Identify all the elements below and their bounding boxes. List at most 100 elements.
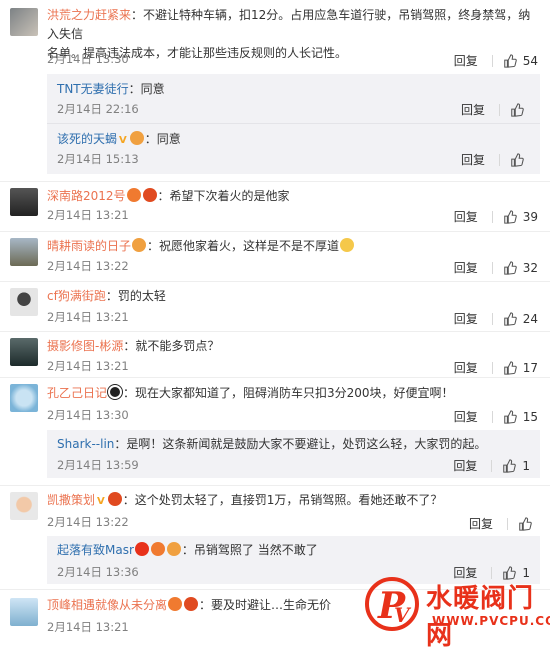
reply-item: 该死的天蝎 V ：同意 2月14日 15:13 回复 [47,124,540,174]
comment-username[interactable]: cf狗满街跑 [47,289,106,303]
comment-text: ：罚的太轻 [105,289,166,303]
comment-username[interactable]: 顶峰相遇就像从未分离 [47,598,167,612]
reply-button[interactable]: 回复 [461,151,485,168]
comment-text: ：要及时避让…生命无价 [199,598,332,612]
reply-item: TNT无妻徒行：同意 2月14日 22:16 回复 [47,74,540,124]
avatar[interactable] [10,288,38,316]
medal-icon [184,597,199,611]
avatar[interactable] [10,598,38,626]
comment-username[interactable]: 凯撒策划 [47,493,95,507]
reply-button[interactable]: 回复 [454,259,478,276]
face-emoji-icon [340,238,355,252]
svg-text:V: V [394,603,412,627]
vip-icon [168,597,183,611]
like-icon[interactable] [503,360,517,375]
like-count: 32 [522,260,538,275]
divider [491,410,493,423]
reply-button[interactable]: 回复 [454,359,478,376]
watermark-logo: P V 水暖阀门网 WWW.PVCPU.COM [364,576,550,651]
reply-username[interactable]: 起落有致Masr [57,543,134,557]
avatar[interactable] [10,188,38,216]
vip-icon [150,542,165,556]
comment-time: 2月14日 13:22 [47,515,129,529]
divider [499,103,500,116]
reply-text: ：同意 [144,132,181,146]
like-count: 17 [522,360,538,375]
reply-button[interactable]: 回复 [469,515,493,532]
reply-button[interactable]: 回复 [454,208,478,225]
divider [491,361,493,374]
avatar[interactable] [10,492,38,520]
comment-item: 摄影修图-彬源：就不能多罚点？ 2月14日 13:21 回复 17 [0,332,550,378]
comment-username[interactable]: 深南路2012号 [47,189,126,203]
reply-time: 2月14日 22:16 [57,102,139,116]
comment-username[interactable]: 晴耕雨读的日子 [47,239,131,253]
divider [491,261,493,274]
comment-time: 2月14日 13:21 [47,620,129,634]
avatar[interactable] [10,238,38,266]
reply-time: 2月14日 15:13 [57,152,139,166]
reply-item: Shark--lin：是啊！这条新闻就是鼓励大家不要避让，处罚这么轻，大家罚的起… [47,430,540,478]
comment-item: 洪荒之力赶紧来：不避让特种车辆，扣12分。占用应急车道行驶，吊销驾照，终身禁驾，… [0,0,550,182]
avatar[interactable] [10,338,38,366]
verified-badge-icon: V [97,496,105,507]
comment-text: ：希望下次着火的是他家 [157,189,290,203]
like-icon[interactable] [503,53,517,68]
reply-button[interactable]: 回复 [453,457,477,474]
star-icon [134,542,149,556]
reply-username[interactable]: TNT无妻徒行 [57,82,129,96]
like-icon[interactable] [503,409,517,424]
reply-time: 2月14日 13:36 [57,565,139,579]
reply-text: ：同意 [128,82,165,96]
medal-icon [142,188,157,202]
comment-item: 凯撒策划 V ：这个处罚太轻了，直接罚1万，吊销驾照。看她还敢不了？ 2月14日 1… [0,486,550,590]
reply-list: Shark--lin：是啊！这条新闻就是鼓励大家不要避让，处罚这么轻，大家罚的起… [47,430,540,478]
watermark-url: WWW.PVCPU.COM [432,614,550,628]
like-icon[interactable] [503,260,517,275]
like-count: 15 [522,409,538,424]
reply-button[interactable]: 回复 [454,408,478,425]
like-icon[interactable] [502,458,517,473]
like-icon[interactable] [518,516,532,531]
reply-username[interactable]: 该死的天蝎 [57,132,117,146]
like-icon[interactable] [510,152,524,167]
divider [491,312,493,325]
like-count: 24 [522,311,538,326]
comment-time: 2月14日 13:30 [47,52,129,66]
comment-time: 2月14日 13:22 [47,259,129,273]
like-icon[interactable] [510,102,524,117]
comment-item: cf狗满街跑：罚的太轻 2月14日 13:21 回复 24 [0,282,550,332]
divider [499,153,500,166]
vip-icon [126,188,141,202]
like-count: 54 [522,53,538,68]
medal-icon [166,542,181,556]
logo-p-icon: P V [365,577,419,631]
reply-button[interactable]: 回复 [461,101,485,118]
comment-username[interactable]: 摄影修图-彬源 [47,339,123,353]
comment-item: 晴耕雨读的日子 ：祝愿他家着火，这样是不是不厚道 2月14日 13:22 回复 3… [0,232,550,282]
medal-icon [132,238,147,252]
like-icon[interactable] [503,311,517,326]
like-count: 1 [522,458,530,473]
divider [491,210,493,223]
reply-text: ：吊销驾照了 当然不敢了 [181,543,318,557]
like-icon[interactable] [503,209,517,224]
comment-time: 2月14日 13:21 [47,359,129,373]
reply-username[interactable]: Shark--lin [57,437,114,451]
avatar[interactable] [10,8,38,36]
comment-username[interactable]: 洪荒之力赶紧来 [47,8,131,22]
medal-icon [129,131,144,145]
comment-username[interactable]: 孔乙己日记 [47,386,107,400]
reply-list: TNT无妻徒行：同意 2月14日 22:16 回复 该死的天蝎 V ：同意 2月14… [47,74,540,174]
divider [491,459,493,472]
divider [507,517,508,530]
reply-text: ：是啊！这条新闻就是鼓励大家不要避让，处罚这么轻，大家罚的起。 [114,437,487,451]
divider [491,54,493,67]
comment-text: ：就不能多罚点？ [123,339,220,353]
reply-button[interactable]: 回复 [454,310,478,327]
like-count: 39 [522,209,538,224]
reply-button[interactable]: 回复 [454,52,478,69]
verified-badge-icon: V [119,135,127,146]
panda-icon [108,385,123,399]
avatar[interactable] [10,384,38,412]
